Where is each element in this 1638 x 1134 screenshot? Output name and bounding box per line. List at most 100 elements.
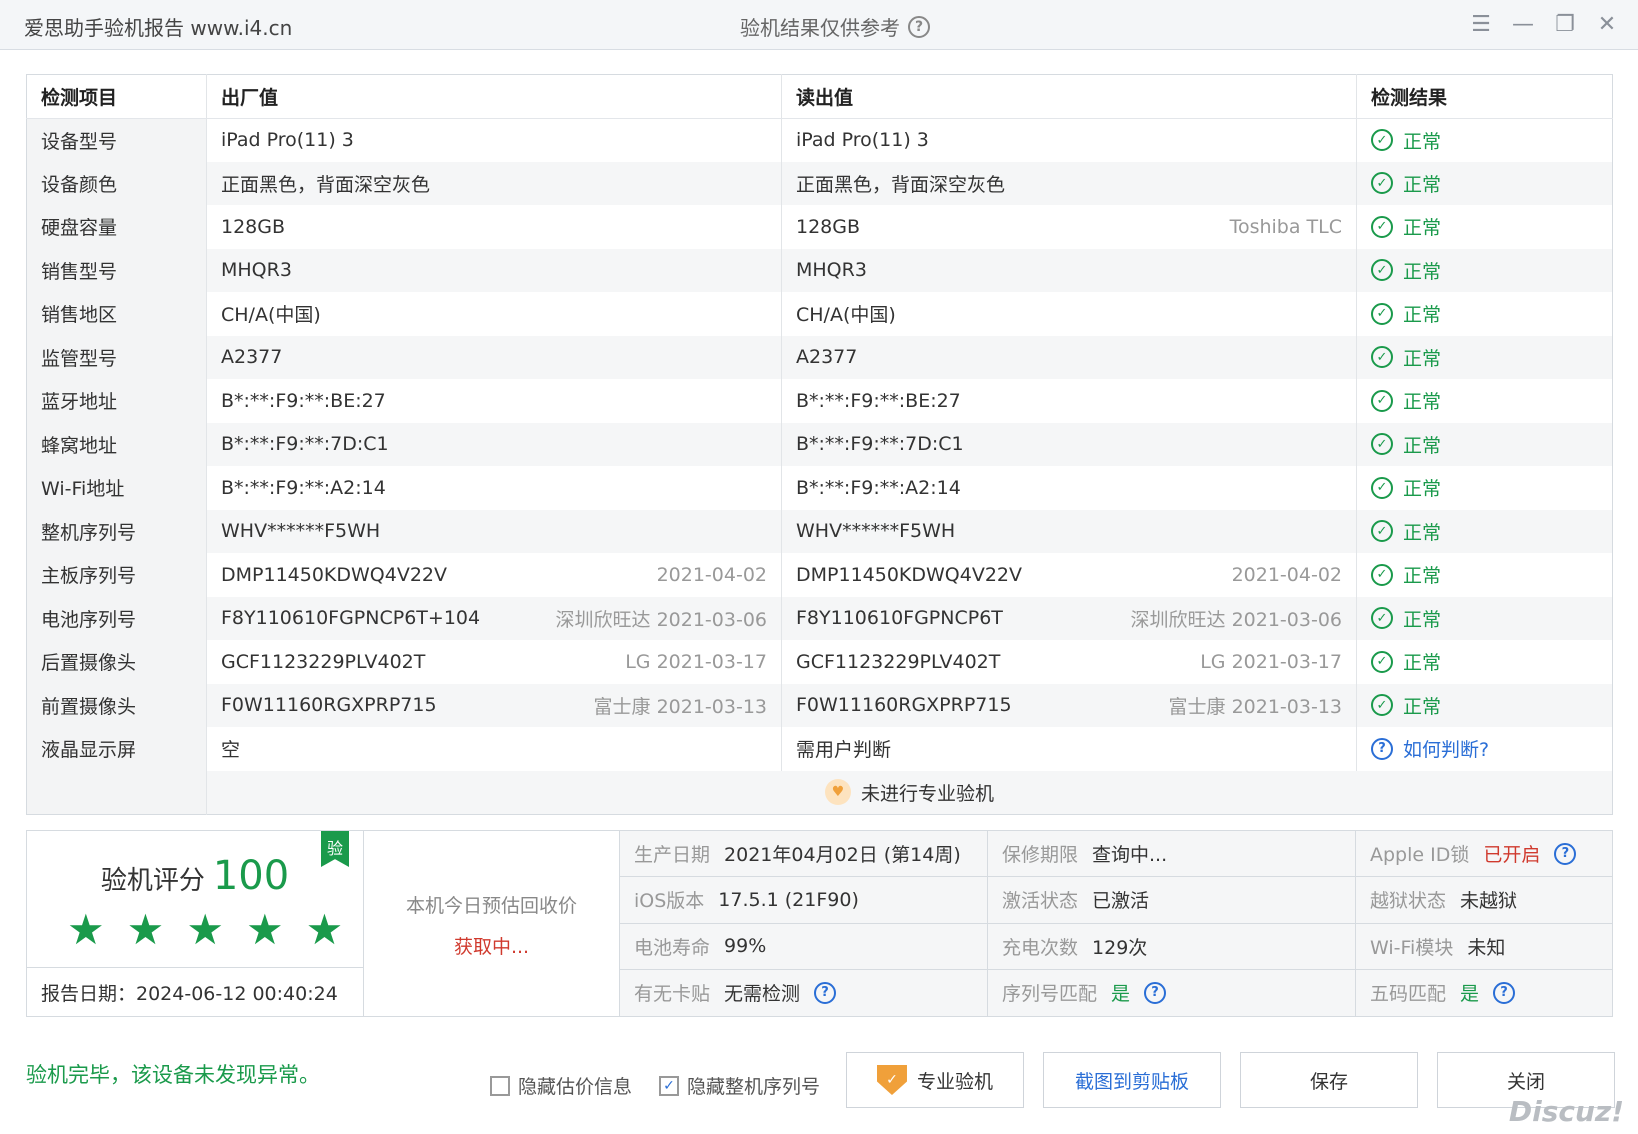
- info-cell: 充电次数 129次: [988, 923, 1356, 970]
- save-button[interactable]: 保存: [1240, 1052, 1418, 1108]
- notice-text: 未进行专业验机: [860, 782, 994, 805]
- result-text: 正常: [1403, 565, 1442, 588]
- factory-value: F8Y110610FGPNCP6T+104: [221, 607, 481, 630]
- info-value: 无需检测: [724, 983, 801, 1006]
- info-value: 查询中...: [1092, 844, 1168, 867]
- row-label: 设备颜色: [26, 161, 207, 205]
- factory-value: iPad Pro(11) 3: [221, 129, 354, 151]
- read-value: GCF1123229PLV402T: [796, 650, 1001, 673]
- result-cell: ✓ 正常: [1356, 292, 1613, 336]
- recycle-value[interactable]: 获取中...: [364, 932, 619, 959]
- notice-spacer: [26, 770, 207, 814]
- window-controls: ☰ — ❐ ✕: [1470, 10, 1618, 38]
- read-cell: MHQR3: [781, 248, 1357, 292]
- info-label: 越狱状态: [1370, 890, 1447, 913]
- factory-cell: B*:**:F9:**:7D:C1: [206, 422, 782, 466]
- question-circle-icon[interactable]: ?: [908, 15, 930, 38]
- row-label: 销售地区: [26, 292, 207, 336]
- check-circle-icon: ✓: [1371, 563, 1393, 586]
- hide-price-checkbox[interactable]: 隐藏估价信息: [490, 1072, 632, 1099]
- result-cell: ? 如何判断?: [1356, 727, 1613, 771]
- read-value: iPad Pro(11) 3: [796, 129, 929, 151]
- factory-value: CH/A(中国): [221, 304, 321, 327]
- info-value: 未知: [1467, 936, 1506, 959]
- question-circle-icon[interactable]: ?: [814, 981, 837, 1004]
- result-text: 正常: [1403, 478, 1442, 501]
- disclaimer-text: 验机结果仅供参考: [740, 16, 900, 40]
- table-row-lcd: 液晶显示屏空需用户判断? 如何判断?: [26, 727, 1613, 771]
- factory-sub: 2021-04-02: [656, 563, 767, 586]
- factory-cell: 正面黑色，背面深空灰色: [206, 161, 782, 205]
- read-cell: 128GB Toshiba TLC: [781, 205, 1357, 249]
- checkbox-checked-icon[interactable]: ✓: [659, 1075, 679, 1096]
- question-circle-icon[interactable]: ?: [1144, 981, 1167, 1004]
- check-circle-icon: ✓: [1371, 650, 1393, 673]
- row-label: 蜂窝地址: [26, 422, 207, 466]
- result-text: 正常: [1403, 173, 1442, 196]
- row-label: 前置摄像头: [26, 683, 207, 727]
- question-circle-icon[interactable]: ?: [1493, 981, 1516, 1004]
- factory-sub: 富士康 2021-03-13: [593, 695, 767, 718]
- restore-icon[interactable]: ❐: [1554, 10, 1576, 38]
- factory-value: A2377: [221, 346, 283, 369]
- factory-value: B*:**:F9:**:7D:C1: [221, 433, 389, 456]
- result-cell: ✓ 正常: [1356, 248, 1613, 292]
- factory-cell: iPad Pro(11) 3: [206, 118, 782, 162]
- read-value: A2377: [796, 346, 858, 369]
- factory-cell: GCF1123229PLV402T LG 2021-03-17: [206, 640, 782, 684]
- read-cell: F0W11160RGXPRP715 富士康 2021-03-13: [781, 683, 1357, 727]
- info-label: Apple ID锁: [1370, 844, 1470, 867]
- result-text: 正常: [1403, 304, 1442, 327]
- row-label: 整机序列号: [26, 509, 207, 553]
- minimize-icon[interactable]: —: [1512, 10, 1534, 38]
- row-label: Wi-Fi地址: [26, 466, 207, 510]
- check-circle-icon: ✓: [1371, 694, 1393, 717]
- copy-screenshot-button[interactable]: 截图到剪贴板: [1043, 1052, 1221, 1108]
- factory-cell: A2377: [206, 335, 782, 379]
- table-row: 蜂窝地址 B*:**:F9:**:7D:C1 B*:**:F9:**:7D:C1 ✓ 正…: [26, 422, 1613, 466]
- inspection-table: 检测项目 出厂值 读出值 检测结果 设备型号 iPad Pro(11) 3 iPad…: [26, 74, 1613, 815]
- read-value: 128GB: [796, 215, 861, 238]
- info-value: 未越狱: [1460, 890, 1518, 913]
- result-cell: ✓ 正常: [1356, 335, 1613, 379]
- factory-value: 128GB: [221, 215, 286, 238]
- factory-value: GCF1123229PLV402T: [221, 650, 426, 673]
- read-value: 正面黑色，背面深空灰色: [796, 173, 1006, 196]
- result-cell: ✓ 正常: [1356, 118, 1613, 162]
- read-value: F8Y110610FGPNCP6T: [796, 607, 1003, 630]
- disclaimer-title: 验机结果仅供参考 ?: [740, 12, 930, 41]
- menu-icon[interactable]: ☰: [1470, 10, 1492, 38]
- info-label: Wi-Fi模块: [1370, 936, 1454, 959]
- read-cell: B*:**:F9:**:BE:27: [781, 379, 1357, 423]
- table-row: 监管型号 A2377 A2377 ✓ 正常: [26, 335, 1613, 379]
- close-icon[interactable]: ✕: [1596, 10, 1618, 38]
- info-cell: Wi-Fi模块 未知: [1356, 923, 1612, 970]
- how-to-judge-link[interactable]: ? 如何判断?: [1371, 735, 1598, 762]
- star-rating: ★ ★ ★ ★ ★: [67, 909, 343, 951]
- factory-sub: 深圳欣旺达 2021-03-06: [555, 608, 767, 631]
- recycle-label: 本机今日预估回收价: [405, 895, 577, 917]
- table-row: Wi-Fi地址 B*:**:F9:**:A2:14 B*:**:F9:**:A2:1…: [26, 466, 1613, 510]
- row-label: 监管型号: [26, 335, 207, 379]
- report-date: 报告日期：2024-06-12 00:40:24: [27, 968, 364, 1016]
- hide-serial-checkbox[interactable]: ✓ 隐藏整机序列号: [659, 1072, 820, 1099]
- check-circle-icon: ✓: [1371, 259, 1393, 282]
- hide-price-label: 隐藏估价信息: [518, 1076, 633, 1098]
- title-bar: 爱思助手验机报告 www.i4.cn 验机结果仅供参考 ? ☰ — ❐ ✕: [0, 0, 1638, 50]
- result-cell: ✓ 正常: [1356, 161, 1613, 205]
- info-cell: 保修期限 查询中...: [988, 831, 1356, 878]
- notice-cell: ♥ 未进行专业验机: [206, 770, 1613, 814]
- result-text: 正常: [1403, 521, 1442, 544]
- question-circle-icon[interactable]: ?: [1554, 842, 1577, 865]
- read-sub: 2021-04-02: [1231, 563, 1342, 586]
- pro-inspect-button[interactable]: ✓ 专业验机: [846, 1052, 1024, 1108]
- read-value: 需用户判断: [781, 727, 1357, 771]
- checkbox-icon[interactable]: [490, 1075, 510, 1096]
- result-text: 正常: [1403, 260, 1442, 283]
- row-label: 销售型号: [26, 248, 207, 292]
- shield-check-icon: ✓: [876, 1065, 907, 1095]
- info-cell: 生产日期 2021年04月02日 (第14周): [620, 831, 988, 878]
- info-grid: 生产日期 2021年04月02日 (第14周) 保修期限 查询中... Apple ID…: [620, 831, 1612, 1016]
- star-icon: ★: [245, 905, 284, 954]
- check-circle-icon: ✓: [1371, 129, 1393, 151]
